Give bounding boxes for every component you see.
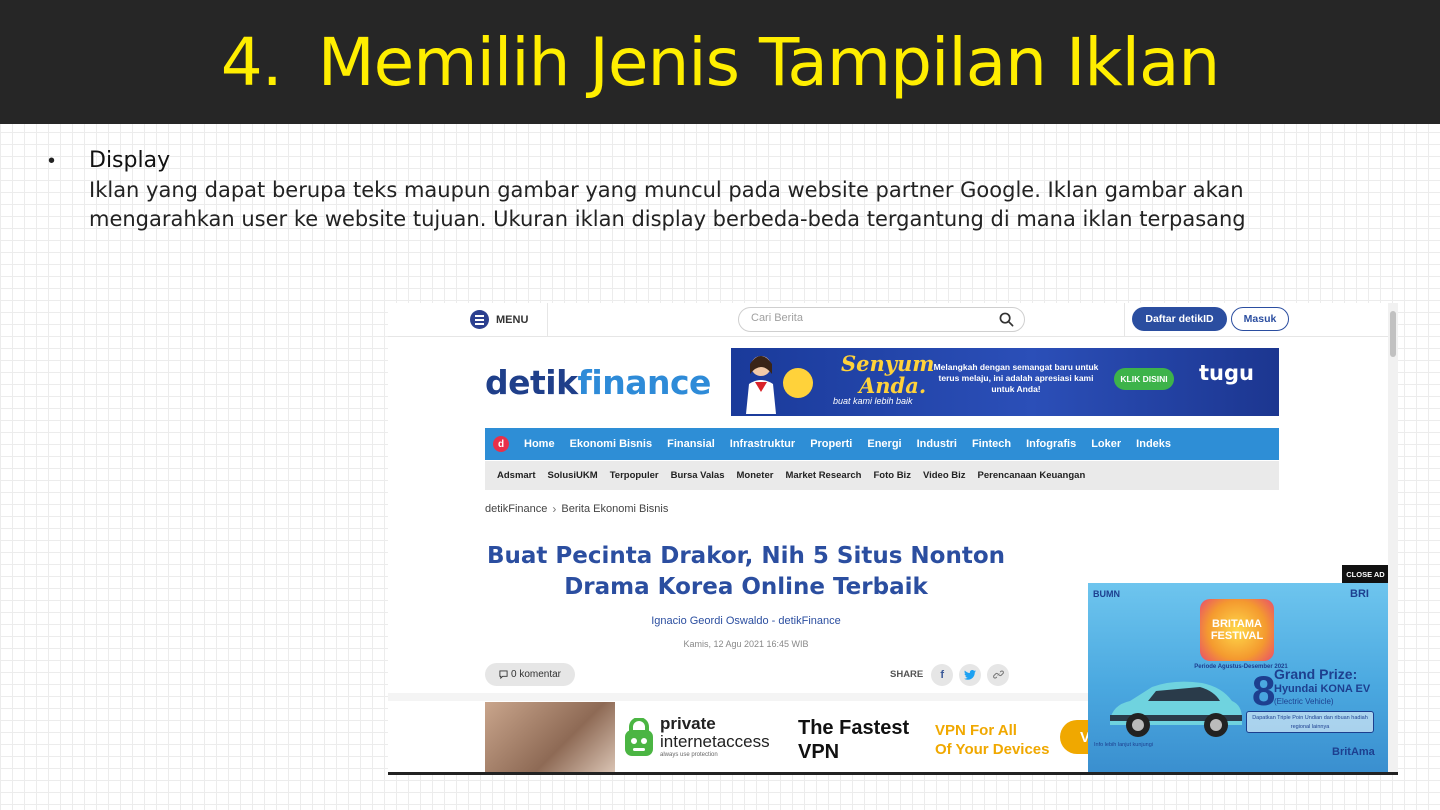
vpn-headline-line-2: VPN — [798, 741, 840, 763]
vpn-headline: The Fastest VPN — [798, 716, 909, 764]
subnav-item-video-biz[interactable]: Video Biz — [923, 470, 966, 481]
ad-photo — [485, 702, 615, 772]
banner-person-illustration — [746, 356, 776, 414]
smiley-icon — [783, 368, 813, 398]
slide-title-number: 4. — [220, 23, 283, 101]
logo-part-detik: detik — [485, 363, 578, 402]
subnav-items: Adsmart SolusiUKM Terpopuler Bursa Valas Mon… — [497, 461, 1097, 490]
page-scrollbar[interactable] — [1388, 303, 1398, 772]
article-date: Kamis, 12 Agu 2021 16:45 WIB — [683, 639, 809, 649]
pia-robot-icon — [625, 718, 653, 756]
comment-button[interactable]: 0 komentar — [485, 663, 575, 686]
slide-title-bar: 4. Memilih Jenis Tampilan Iklan — [0, 0, 1440, 124]
nav-item-finansial[interactable]: Finansial — [667, 438, 715, 450]
topbar-divider — [1124, 303, 1125, 337]
vpn-subline-2: Of Your Devices — [935, 741, 1050, 758]
prize-model: Hyundai KONA EV — [1274, 683, 1371, 695]
vpn-banner-ad[interactable]: private internetaccess always use protec… — [485, 702, 1105, 772]
topbar-divider — [547, 303, 548, 337]
breadcrumb-item[interactable]: detikFinance — [485, 503, 547, 515]
nav-item-industri[interactable]: Industri — [917, 438, 957, 450]
logo-part-finance: finance — [577, 363, 712, 402]
nav-item-indeks[interactable]: Indeks — [1136, 438, 1171, 450]
bullet-body: Iklan yang dapat berupa teks maupun gamb… — [89, 178, 1246, 231]
menu-button[interactable]: MENU — [470, 310, 528, 329]
pia-brand-line-2: internetaccess — [660, 732, 770, 751]
subnav-item-foto-biz[interactable]: Foto Biz — [873, 470, 910, 481]
subnav-item-perencanaan-keuangan[interactable]: Perencanaan Keuangan — [978, 470, 1086, 481]
search-box[interactable] — [738, 307, 1025, 332]
bumn-logo: BUMN — [1093, 589, 1120, 599]
prize-count: 8 — [1252, 667, 1276, 714]
prize-note: Dapatkan Triple Poin Undian dan ribuan h… — [1246, 711, 1374, 733]
nav-item-energi[interactable]: Energi — [867, 438, 901, 450]
pia-tagline: always use protection — [660, 752, 718, 758]
website-screenshot: MENU Daftar detikID Masuk detikfinance S… — [388, 303, 1398, 775]
banner-ad[interactable]: Senyum Anda. buat kami lebih baik Melang… — [731, 348, 1279, 416]
subnav-item-adsmart[interactable]: Adsmart — [497, 470, 536, 481]
banner-tagline: buat kami lebih baik — [833, 396, 913, 406]
vpn-subline: VPN For All Of Your Devices — [935, 721, 1050, 759]
register-button[interactable]: Daftar detikID — [1132, 307, 1227, 331]
share-bar: SHARE f — [890, 663, 1010, 686]
subnav-item-market-research[interactable]: Market Research — [785, 470, 861, 481]
main-nav: d Home Ekonomi Bisnis Finansial Infrastrukt… — [485, 428, 1279, 460]
britama-festival-logo: BRITAMA FESTIVAL — [1200, 599, 1274, 661]
banner-cta-button[interactable]: KLIK DISINI — [1114, 368, 1174, 390]
breadcrumb-item[interactable]: Berita Ekonomi Bisnis — [561, 503, 668, 515]
facebook-icon[interactable]: f — [931, 663, 954, 686]
slide-title-text: Memilih Jenis Tampilan Iklan — [317, 23, 1221, 101]
comment-count: 0 komentar — [510, 669, 562, 680]
car-illustration — [1110, 681, 1242, 737]
nav-item-loker[interactable]: Loker — [1091, 438, 1121, 450]
nav-item-ekonomi-bisnis[interactable]: Ekonomi Bisnis — [570, 438, 653, 450]
ad-footer-text: Info lebih lanjut kunjungi — [1094, 742, 1154, 748]
hamburger-icon — [470, 310, 489, 329]
bri-logo: BRI — [1350, 588, 1369, 600]
nav-item-infografis[interactable]: Infografis — [1026, 438, 1076, 450]
britama-logo: BritAma — [1332, 746, 1375, 758]
close-ad-button[interactable]: CLOSE AD — [1342, 565, 1389, 583]
nav-item-infrastruktur[interactable]: Infrastruktur — [730, 438, 795, 450]
prize-type: (Electric Vehicle) — [1274, 697, 1334, 706]
pia-brand-line-1: private — [660, 714, 716, 733]
scrollbar-thumb[interactable] — [1390, 311, 1396, 357]
bullet-symbol: • — [48, 150, 56, 172]
twitter-icon[interactable] — [959, 663, 982, 686]
login-button[interactable]: Masuk — [1231, 307, 1289, 331]
banner-brand: tugu — [1199, 361, 1254, 385]
nav-item-properti[interactable]: Properti — [810, 438, 852, 450]
nav-item-home[interactable]: Home — [524, 438, 555, 450]
link-icon[interactable] — [987, 663, 1010, 686]
subnav-item-solusiukm[interactable]: SolusiUKM — [548, 470, 598, 481]
subnav-item-moneter[interactable]: Moneter — [736, 470, 773, 481]
share-label: SHARE — [890, 669, 924, 680]
article-headline: Buat Pecinta Drakor, Nih 5 Situs Nonton … — [486, 543, 1006, 600]
banner-copy: Melangkah dengan semangat baru untuk ter… — [933, 362, 1099, 394]
detik-d-icon[interactable]: d — [493, 436, 509, 452]
search-input[interactable] — [751, 312, 981, 324]
comment-icon — [499, 670, 508, 679]
subnav-item-terpopuler[interactable]: Terpopuler — [610, 470, 659, 481]
vpn-headline-line-1: The Fastest — [798, 717, 910, 739]
prize-title: Grand Prize: — [1274, 666, 1358, 682]
festival-text: BRITAMA FESTIVAL — [1210, 618, 1264, 642]
site-topbar: MENU Daftar detikID Masuk — [388, 303, 1388, 337]
site-logo[interactable]: detikfinance — [485, 363, 711, 402]
bri-floating-ad[interactable]: BUMN BRI BRITAMA FESTIVAL Periode Agustu… — [1088, 583, 1389, 772]
breadcrumb: detikFinance › Berita Ekonomi Bisnis — [485, 502, 668, 516]
sub-nav: Adsmart SolusiUKM Terpopuler Bursa Valas Mon… — [485, 461, 1279, 490]
menu-label: MENU — [496, 313, 529, 326]
vpn-subline-1: VPN For All — [935, 722, 1017, 739]
breadcrumb-separator-icon: › — [552, 502, 557, 516]
bullet-heading: Display — [89, 148, 171, 173]
search-icon[interactable] — [999, 312, 1014, 327]
article-author[interactable]: Ignacio Geordi Oswaldo - detikFinance — [485, 615, 1007, 627]
subnav-item-bursa-valas[interactable]: Bursa Valas — [671, 470, 725, 481]
nav-item-fintech[interactable]: Fintech — [972, 438, 1011, 450]
banner-headline-2: Anda. — [859, 373, 927, 398]
slide-title: 4. Memilih Jenis Tampilan Iklan — [221, 24, 1220, 101]
nav-items: Home Ekonomi Bisnis Finansial Infrastruktur… — [524, 428, 1186, 460]
